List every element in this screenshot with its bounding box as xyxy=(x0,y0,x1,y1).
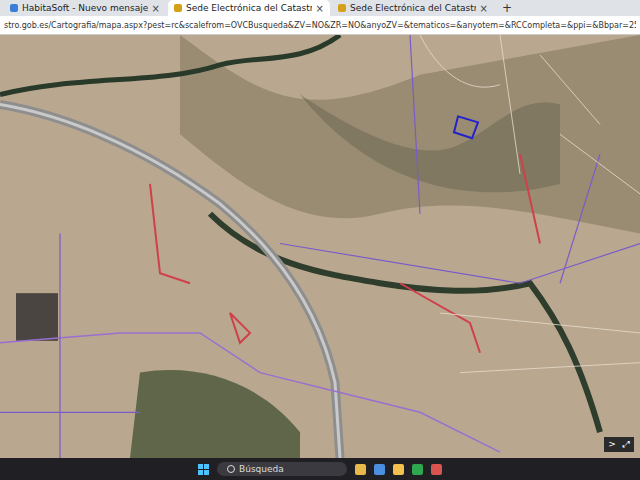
browser-window: HabitaSoft - Nuevo mensaje×Sede Electrón… xyxy=(0,0,640,480)
favicon-icon xyxy=(174,4,182,12)
browser-tab[interactable]: Sede Electrónica del Catastro -× xyxy=(168,0,330,16)
close-tab-button[interactable]: × xyxy=(480,3,488,14)
aerial-map-image xyxy=(0,35,640,458)
taskbar-app-icon[interactable] xyxy=(412,464,423,475)
taskbar-app-icon[interactable] xyxy=(374,464,385,475)
cadastral-map[interactable]: >⤢ xyxy=(0,35,640,458)
tab-strip: HabitaSoft - Nuevo mensaje×Sede Electrón… xyxy=(0,0,640,16)
close-tab-button[interactable]: × xyxy=(152,3,160,14)
map-controls: >⤢ xyxy=(604,437,634,452)
taskbar-app-icon[interactable] xyxy=(355,464,366,475)
browser-tab[interactable]: HabitaSoft - Nuevo mensaje× xyxy=(4,0,166,16)
windows-start-icon[interactable] xyxy=(198,464,209,475)
search-icon xyxy=(227,465,235,473)
address-bar[interactable]: stro.gob.es/Cartografia/mapa.aspx?pest=r… xyxy=(0,16,640,35)
taskbar-app-icon[interactable] xyxy=(431,464,442,475)
new-tab-button[interactable]: + xyxy=(496,1,518,15)
taskbar-search[interactable]: Búsqueda xyxy=(217,462,347,476)
map-control-button[interactable]: > xyxy=(606,439,618,450)
favicon-icon xyxy=(10,4,18,12)
map-control-button[interactable]: ⤢ xyxy=(620,439,632,450)
taskbar: Búsqueda xyxy=(0,458,640,480)
close-tab-button[interactable]: × xyxy=(316,3,324,14)
taskbar-app-icon[interactable] xyxy=(393,464,404,475)
favicon-icon xyxy=(338,4,346,12)
browser-tab[interactable]: Sede Electrónica del Catastro -× xyxy=(332,0,494,16)
